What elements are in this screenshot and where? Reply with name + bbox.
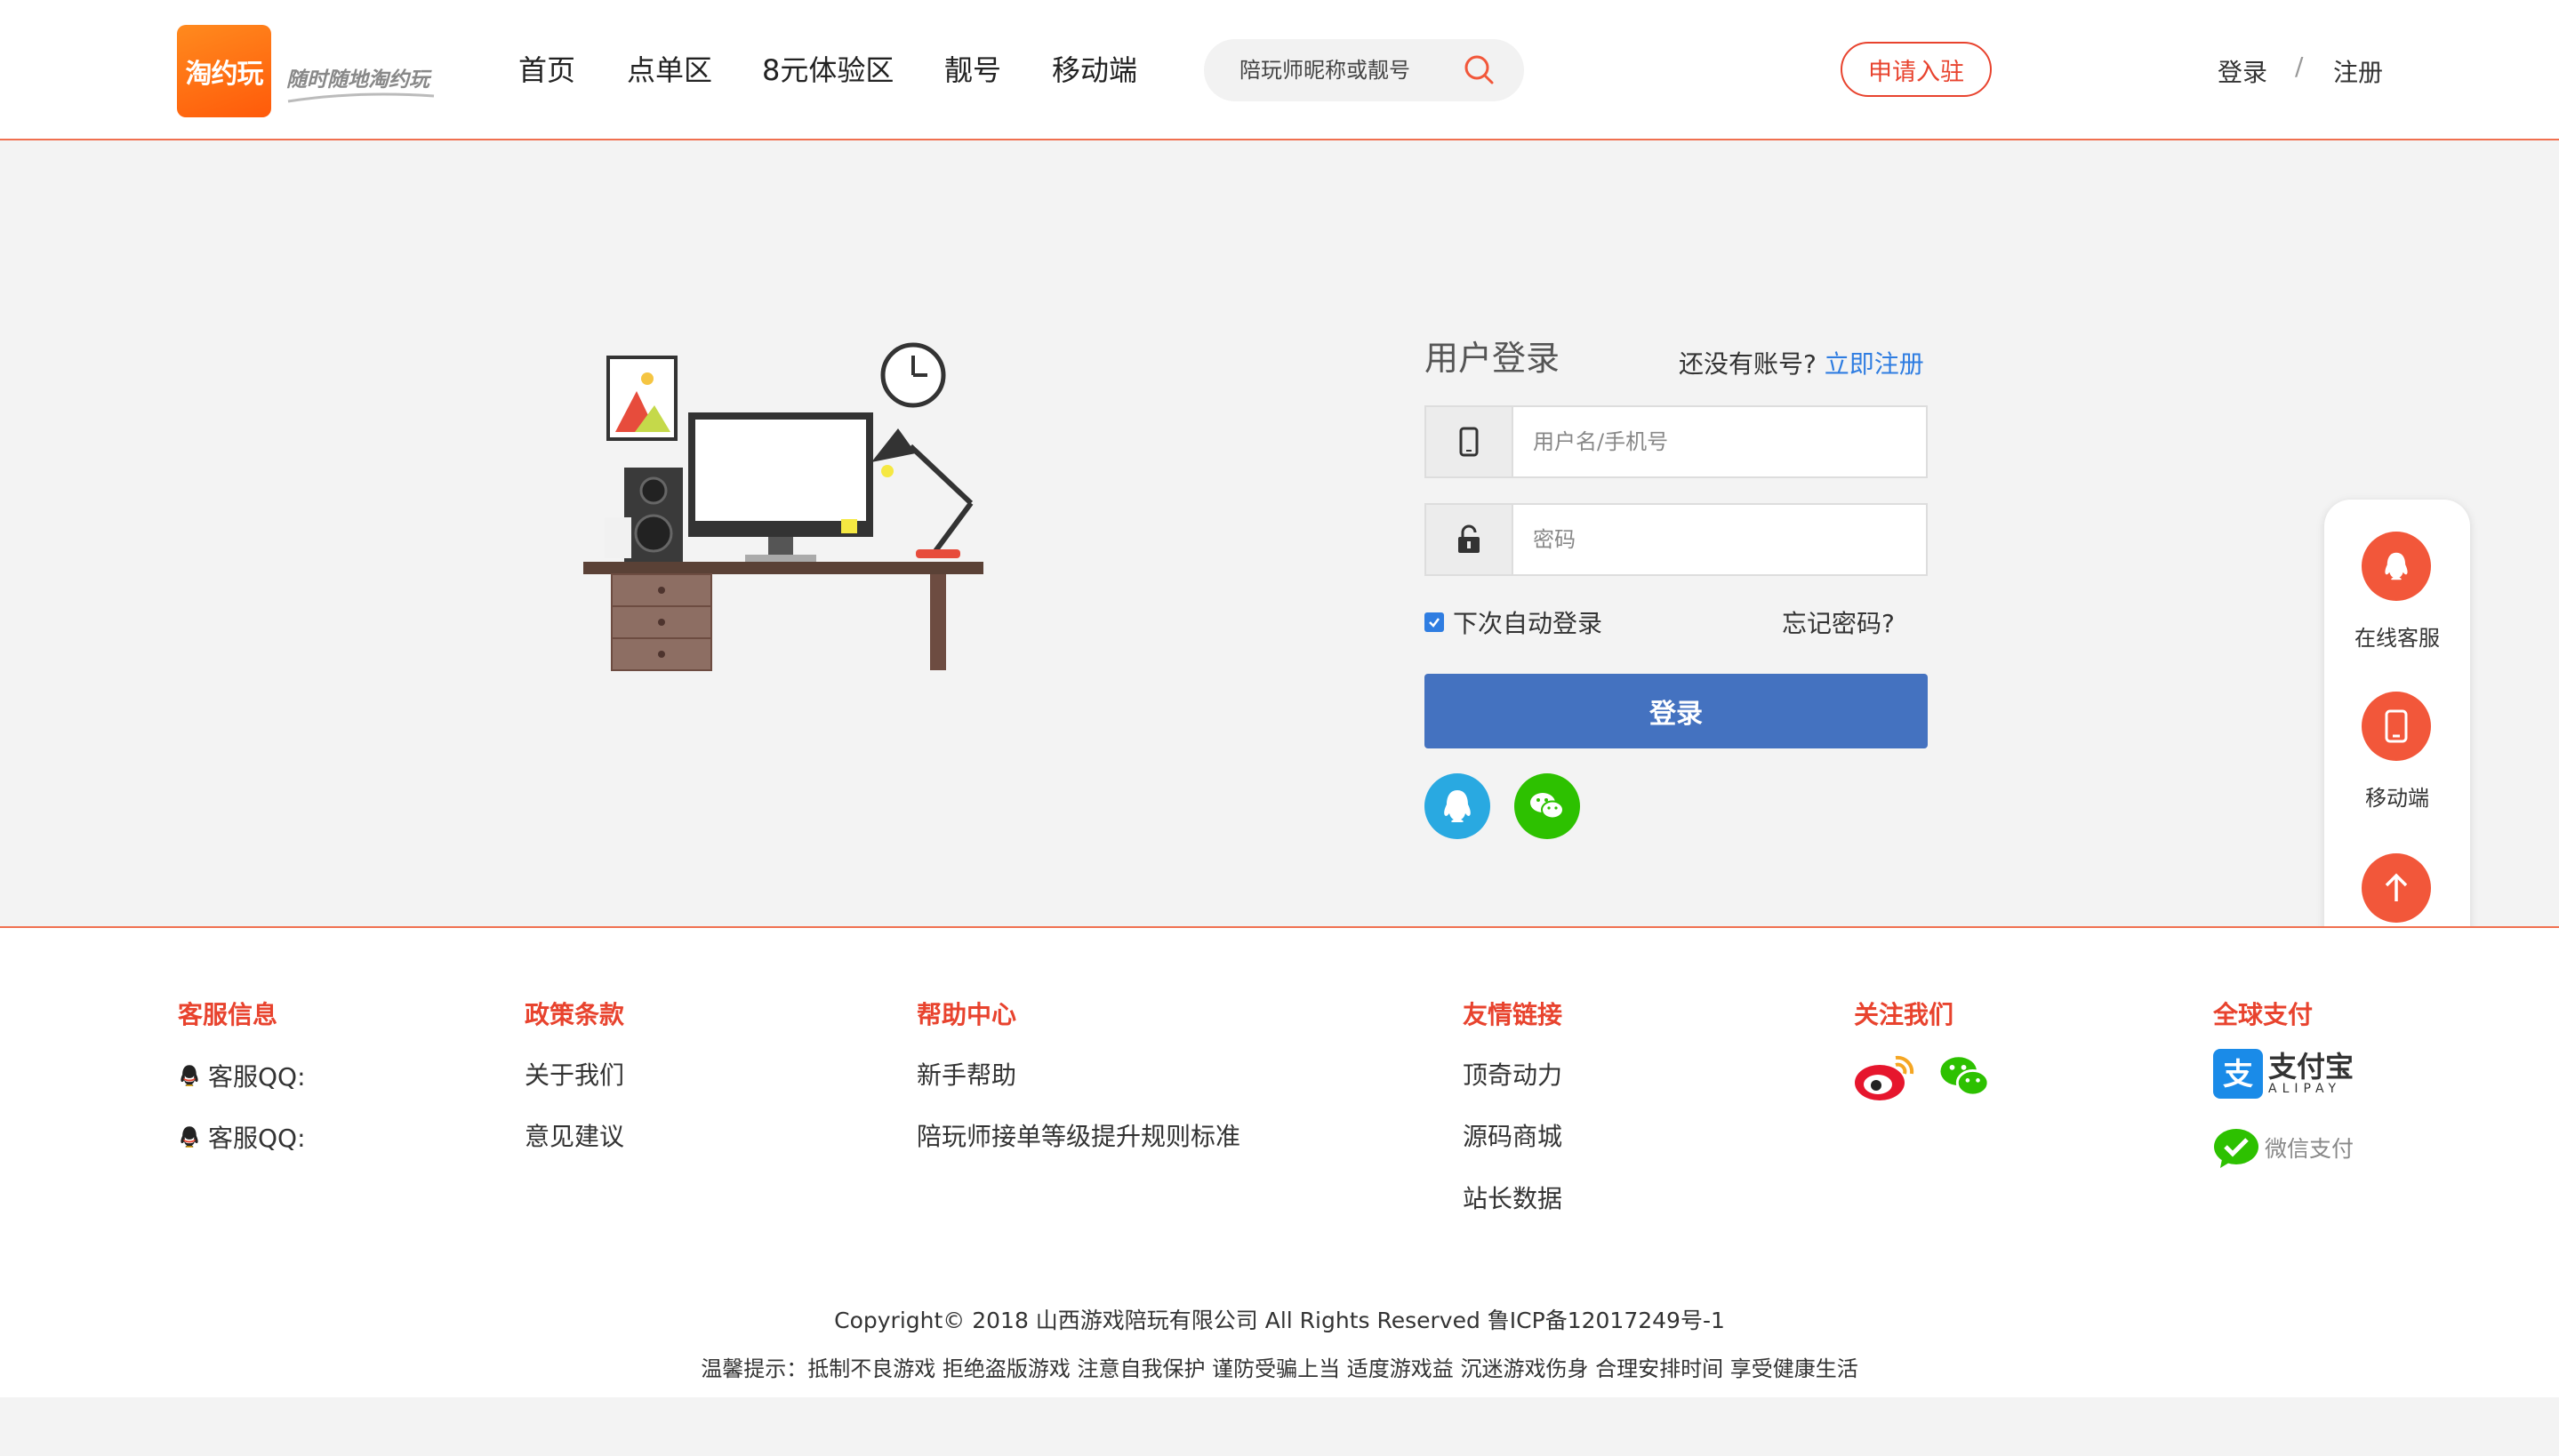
header-register-link[interactable]: 注册 [2333, 53, 2383, 89]
header-separator: / [2295, 52, 2304, 81]
search-box [1204, 39, 1524, 101]
search-input[interactable] [1239, 39, 1462, 101]
about-us-link[interactable]: 关于我们 [525, 1056, 624, 1092]
check-icon [1429, 618, 1440, 628]
header-login-link[interactable]: 登录 [2218, 53, 2267, 89]
desk-illustration [583, 342, 983, 671]
forgot-password-link[interactable]: 忘记密码? [1782, 604, 1895, 640]
friend-link[interactable]: 站长数据 [1463, 1180, 1562, 1215]
no-account-prompt: 还没有账号? 立即注册 [1679, 345, 1924, 380]
alipay-logo: 支 支付宝 ALIPAY [2213, 1049, 2354, 1099]
service-qq-label: 客服QQ: [208, 1124, 306, 1153]
online-service-label: 在线客服 [2354, 626, 2440, 651]
wechat-icon [1530, 793, 1564, 820]
level-rules-link[interactable]: 陪玩师接单等级提升规则标准 [917, 1117, 1240, 1153]
mobile-label: 移动端 [2365, 786, 2429, 811]
logo-text: 淘约玩 [185, 59, 264, 90]
nav-order-zone[interactable]: 点单区 [627, 48, 712, 89]
service-qq-label: 客服QQ: [208, 1062, 306, 1092]
footer-payment-title: 全球支付 [2213, 1000, 2314, 1029]
qq-icon [2385, 552, 2408, 580]
alipay-cn: 支付宝 [2268, 1050, 2354, 1084]
nav-home[interactable]: 首页 [518, 48, 575, 89]
remember-me[interactable]: 下次自动登录 [1424, 604, 1602, 640]
svg-text:支: 支 [2223, 1057, 2253, 1092]
feedback-link[interactable]: 意见建议 [525, 1117, 624, 1153]
qq-login-button[interactable] [1424, 773, 1490, 839]
login-title: 用户登录 [1424, 339, 1560, 378]
remember-checkbox[interactable] [1424, 612, 1444, 632]
wechat-icon[interactable] [1937, 1051, 1993, 1102]
footer-friend-links-title: 友情链接 [1463, 1000, 1563, 1029]
remember-label: 下次自动登录 [1453, 609, 1603, 638]
lock-icon [1458, 524, 1480, 553]
service-qq-row[interactable]: 客服QQ: [178, 1058, 306, 1093]
search-icon[interactable] [1462, 52, 1497, 88]
nav-vip-number[interactable]: 靓号 [944, 48, 1001, 89]
login-submit-button[interactable]: 登录 [1424, 674, 1928, 748]
username-field [1424, 405, 1928, 478]
newbie-help-link[interactable]: 新手帮助 [917, 1056, 1016, 1092]
back-to-top-button[interactable] [2362, 853, 2431, 923]
service-qq-row[interactable]: 客服QQ: [178, 1119, 306, 1155]
footer-service-title: 客服信息 [178, 1000, 278, 1029]
apply-join-button[interactable]: 申请入驻 [1841, 42, 1992, 97]
qq-icon [1444, 790, 1471, 822]
wechat-pay-label: 微信支付 [2265, 1136, 2354, 1162]
floating-sidebar: 在线客服 移动端 [2324, 500, 2470, 956]
site-logo[interactable]: 淘约玩 [177, 25, 271, 117]
register-now-link[interactable]: 立即注册 [1825, 349, 1924, 379]
nav-trial-zone[interactable]: 8元体验区 [762, 48, 894, 89]
username-icon-box [1426, 407, 1513, 476]
friend-link[interactable]: 源码商城 [1463, 1117, 1562, 1153]
qq-penguin-icon [180, 1065, 198, 1086]
password-icon-box [1426, 505, 1513, 574]
no-account-text: 还没有账号? [1679, 349, 1817, 379]
logo-slogan: 随时随地淘约玩 [286, 68, 429, 92]
slogan-swoosh [287, 92, 435, 103]
site-header: 淘约玩 随时随地淘约玩 首页 点单区 8元体验区 靓号 移动端 申请入驻 登录 … [0, 0, 2559, 140]
wechat-login-button[interactable] [1514, 773, 1580, 839]
password-input[interactable] [1533, 505, 1915, 574]
nav-mobile[interactable]: 移动端 [1052, 48, 1137, 89]
weibo-icon[interactable] [1853, 1049, 1917, 1104]
footer-tips: 温馨提示：抵制不良游戏 拒绝盗版游戏 注意自我保护 谨防受骗上当 适度游戏益 沉… [701, 1356, 1858, 1381]
alipay-text: 支付宝 ALIPAY [2268, 1052, 2354, 1095]
footer-follow-title: 关注我们 [1854, 1000, 1954, 1029]
mobile-icon [2385, 709, 2408, 743]
friend-link[interactable]: 顶奇动力 [1463, 1056, 1562, 1092]
username-input[interactable] [1533, 407, 1915, 476]
qq-penguin-icon [180, 1126, 198, 1148]
mobile-button[interactable] [2362, 692, 2431, 761]
online-service-button[interactable] [2362, 532, 2431, 601]
wechat-pay-logo: 微信支付 [2213, 1127, 2354, 1168]
password-field [1424, 503, 1928, 576]
phone-icon [1459, 427, 1479, 457]
alipay-en: ALIPAY [2268, 1082, 2342, 1096]
footer-policy-title: 政策条款 [525, 1000, 625, 1029]
footer-help-title: 帮助中心 [917, 1000, 1017, 1029]
copyright-text: Copyright© 2018 山西游戏陪玩有限公司 All Rights Re… [834, 1308, 1725, 1333]
arrow-up-icon [2385, 873, 2408, 901]
wechat-pay-icon [2214, 1129, 2258, 1168]
alipay-icon: 支 [2213, 1049, 2263, 1099]
